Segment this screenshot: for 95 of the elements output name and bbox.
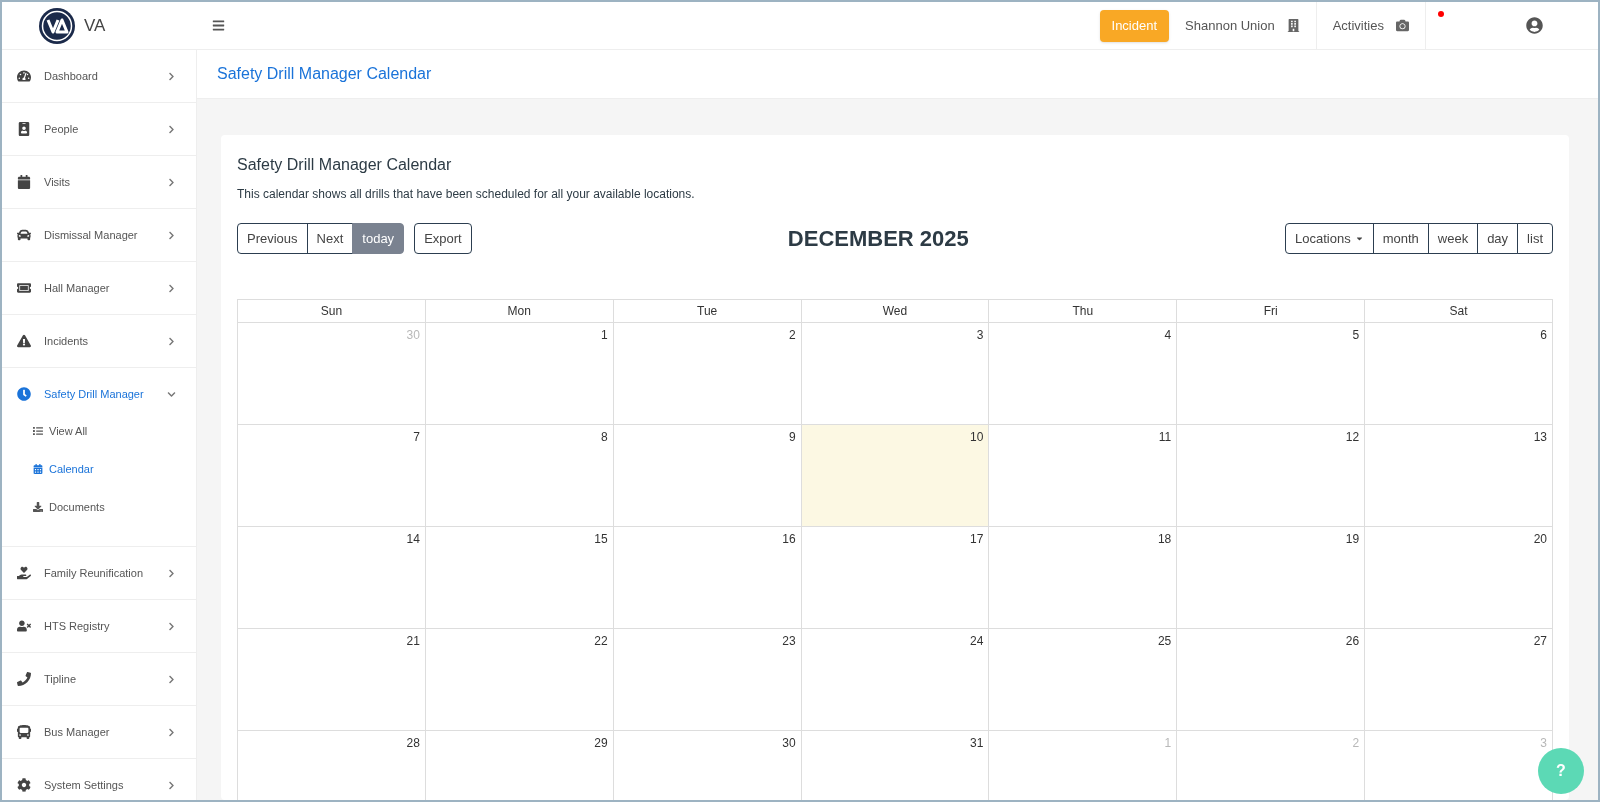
car-icon	[17, 228, 31, 242]
day-number: 1	[1164, 737, 1172, 749]
nav-button[interactable]: Next	[306, 223, 354, 254]
card-description: This calendar shows all drills that have been scheduled for all your available locations.	[237, 186, 696, 203]
day-number: 20	[1533, 533, 1547, 545]
export-button[interactable]: Export	[414, 223, 472, 254]
sidebar-item[interactable]: Incidents	[2, 315, 196, 367]
sidebar-item[interactable]: Visits	[2, 156, 196, 208]
card-title: Safety Drill Manager Calendar	[237, 155, 453, 175]
day-number: 7	[413, 431, 420, 443]
chevron-right-icon	[167, 780, 176, 790]
ticket-icon	[17, 281, 31, 295]
sidebar-item[interactable]: Tipline	[2, 653, 196, 705]
day-number: 24	[970, 635, 984, 647]
sidebar-subitem[interactable]: Documents	[2, 488, 196, 526]
school-selector[interactable]: Shannon Union	[1169, 2, 1317, 50]
day-number: 3	[976, 329, 984, 341]
day-number: 18	[1157, 533, 1172, 545]
chevron-right-icon	[167, 568, 176, 578]
logo-icon	[38, 6, 76, 45]
id-badge-icon	[17, 122, 31, 136]
day-number: 2	[1352, 737, 1360, 749]
caret-icon	[1354, 234, 1364, 243]
view-tab[interactable]: week	[1427, 223, 1479, 254]
menu-icon[interactable]	[212, 19, 225, 32]
day-number: 21	[406, 635, 420, 647]
sidebar-item[interactable]: HTS Registry	[2, 600, 196, 652]
chevron-down-icon	[167, 389, 176, 399]
day-number: 2	[788, 329, 796, 341]
phone-icon	[17, 672, 31, 686]
day-number: 27	[1533, 635, 1547, 647]
chevron-right-icon	[167, 336, 176, 346]
day-number: 11	[1158, 431, 1172, 443]
clock-icon	[17, 387, 31, 401]
chevron-right-icon	[167, 71, 176, 81]
sidebar-item[interactable]: Dismissal Manager	[2, 209, 196, 261]
day-number: 6	[1540, 329, 1547, 341]
hand-heart-icon	[17, 566, 31, 580]
chevron-right-icon	[167, 621, 176, 631]
sidebar-item[interactable]: Hall Manager	[2, 262, 196, 314]
day-number: 25	[1157, 635, 1172, 647]
day-number: 30	[782, 737, 796, 749]
month-heading: DECEMBER 2025	[787, 225, 969, 253]
day-number: 10	[970, 431, 984, 443]
day-number: 4	[1164, 329, 1172, 341]
day-number: 3	[1540, 737, 1547, 749]
day-number: 16	[782, 533, 796, 545]
settings-icon	[17, 778, 31, 792]
sidebar-item[interactable]: Family Reunification	[2, 547, 196, 599]
chevron-right-icon	[167, 124, 176, 134]
day-number: 28	[406, 737, 420, 749]
download-icon	[33, 502, 43, 512]
calendar-icon	[33, 464, 43, 474]
day-number: 19	[1345, 533, 1360, 545]
brand-name: VA	[84, 14, 106, 37]
building-icon	[1286, 19, 1300, 32]
day-number: 13	[1533, 431, 1547, 443]
bus-icon	[17, 725, 31, 739]
chevron-right-icon	[167, 177, 176, 187]
view-tab[interactable]: list	[1517, 223, 1553, 254]
sidebar-item[interactable]: People	[2, 103, 196, 155]
chevron-right-icon	[167, 230, 176, 240]
view-tab[interactable]: day	[1477, 223, 1519, 254]
camera-icon	[1396, 19, 1409, 32]
day-number: 17	[970, 533, 984, 545]
warning-icon	[17, 334, 31, 348]
calendar-icon	[17, 175, 31, 189]
day-number: 1	[601, 329, 608, 341]
chevron-right-icon	[167, 283, 176, 293]
chevron-right-icon	[167, 727, 176, 737]
sidebar-subitem[interactable]: Calendar	[2, 450, 196, 488]
day-number: 15	[594, 533, 608, 545]
sidebar-item[interactable]: Bus Manager	[2, 706, 196, 758]
day-number: 31	[970, 737, 984, 749]
day-number: 22	[594, 635, 608, 647]
user-x-icon	[17, 619, 31, 633]
day-number: 29	[594, 737, 608, 749]
sidebar-item[interactable]: Dashboard	[2, 50, 196, 102]
day-number: 14	[406, 533, 420, 545]
day-number: 26	[1345, 635, 1360, 647]
sidebar-item[interactable]: System Settings	[2, 759, 196, 800]
day-number: 23	[782, 635, 796, 647]
activities-link[interactable]: Activities	[1316, 2, 1426, 50]
nav-button[interactable]: Previous	[237, 223, 308, 254]
day-number: 8	[601, 431, 608, 443]
view-tab[interactable]: month	[1372, 223, 1429, 254]
page-title: Safety Drill Manager Calendar	[217, 64, 432, 84]
chevron-right-icon	[167, 674, 176, 684]
day-number: 5	[1352, 329, 1360, 341]
user-avatar-icon[interactable]	[1526, 17, 1543, 34]
day-number: 9	[788, 431, 796, 443]
dashboard-gauge-icon	[17, 69, 31, 83]
day-number: 30	[406, 329, 420, 341]
list-icon	[33, 426, 43, 436]
day-number: 12	[1345, 431, 1360, 443]
